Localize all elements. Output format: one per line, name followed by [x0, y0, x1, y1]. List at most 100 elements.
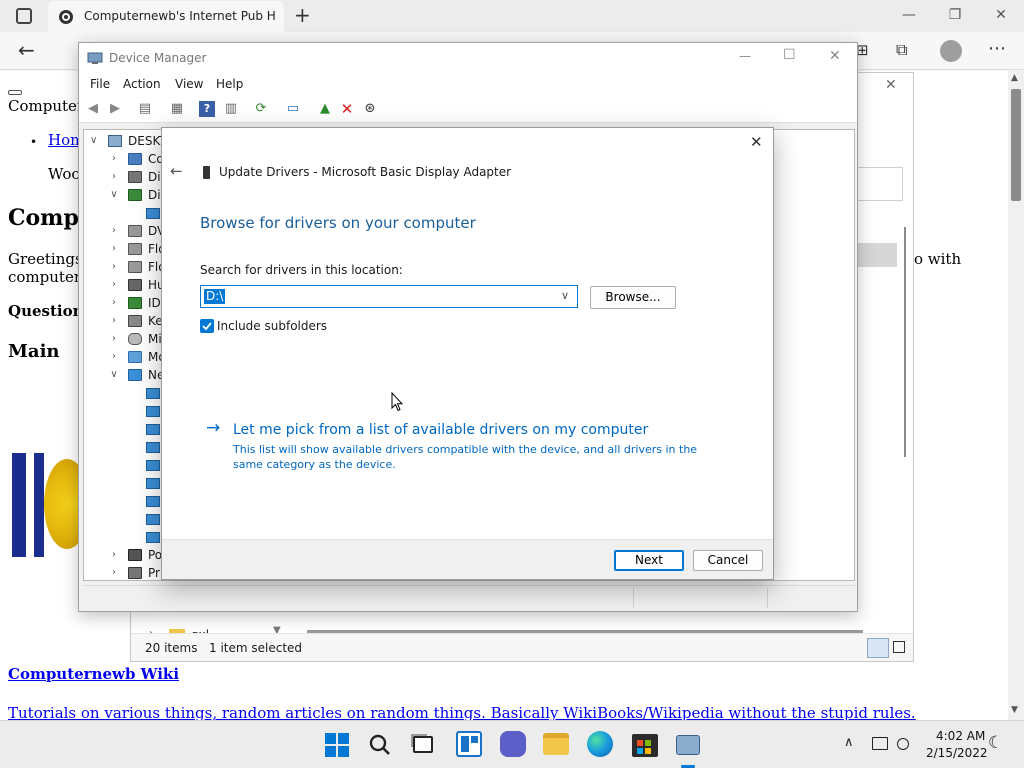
- pick-link-arrow-icon[interactable]: →: [206, 418, 220, 438]
- tiles-view-icon[interactable]: [893, 641, 905, 653]
- device-category-icon: [128, 279, 142, 291]
- browse-button[interactable]: Browse...: [590, 286, 676, 309]
- back-icon[interactable]: ◀: [85, 101, 101, 117]
- menu-file[interactable]: File: [90, 77, 110, 91]
- show-hide-tree-icon[interactable]: ▤: [137, 101, 153, 117]
- greetings-line1: Greetings.: [8, 250, 88, 268]
- explorer-scrollbar[interactable]: [901, 209, 909, 629]
- chat-icon[interactable]: [500, 731, 526, 757]
- network-adapter-icon: [128, 369, 142, 381]
- device-manager-titlebar: Device Manager — ☐ ✕: [79, 43, 857, 73]
- device-category-icon: [128, 315, 142, 327]
- dm-close-button[interactable]: ✕: [829, 48, 841, 64]
- include-subfolders-label[interactable]: Include subfolders: [217, 319, 327, 333]
- update-driver-icon[interactable]: ⟳: [253, 101, 269, 117]
- page-scrollbar[interactable]: ▲ ▼: [1008, 71, 1024, 721]
- wiki-description-link[interactable]: Tutorials on various things, random arti…: [8, 704, 916, 721]
- dialog-back-arrow-icon[interactable]: ←: [170, 162, 183, 180]
- close-button[interactable]: ✕: [978, 0, 1024, 30]
- device-category-icon: [128, 243, 142, 255]
- help-icon[interactable]: ?: [199, 101, 215, 117]
- chevron-down-icon[interactable]: ∨: [561, 289, 569, 302]
- network-device-icon: [146, 406, 160, 417]
- properties-icon[interactable]: ▦: [169, 101, 185, 117]
- scroll-up-arrow-icon: ▲: [1011, 73, 1018, 83]
- taskbar: ∧ 4:02 AM 2/15/2022 ☾: [0, 720, 1024, 768]
- network-icon[interactable]: [872, 737, 888, 750]
- scrollbar-thumb[interactable]: [1011, 89, 1021, 201]
- network-device-icon: [146, 442, 160, 453]
- display-adapter-icon: [203, 166, 210, 179]
- notifications-moon-icon[interactable]: ☾: [988, 733, 1003, 753]
- printer-icon: [128, 567, 142, 579]
- include-subfolders-checkbox[interactable]: [200, 319, 214, 333]
- file-explorer-icon[interactable]: [543, 733, 569, 755]
- view-icon[interactable]: ▥: [223, 101, 239, 117]
- port-icon: [128, 549, 142, 561]
- wiki-link[interactable]: Computernewb Wiki: [8, 665, 179, 683]
- show-hidden-icons-chevron-icon[interactable]: ∧: [844, 735, 854, 750]
- tab-title: Computernewb's Internet Pub H: [84, 9, 276, 23]
- task-view-icon[interactable]: [413, 736, 433, 753]
- explorer-selected-row: [857, 243, 897, 267]
- site-favicon-icon: [59, 10, 73, 24]
- scroll-down-arrow-icon: ▼: [1011, 705, 1018, 715]
- device-manager-toolbar: ◀ ▶ ▤ ▦ ? ▥ ⟳ ▭ ▲ ✕ ⊛: [79, 95, 857, 123]
- scan-hardware-icon[interactable]: ▭: [285, 101, 301, 117]
- new-tab-button[interactable]: +: [294, 3, 311, 27]
- network-device-icon: [146, 514, 160, 525]
- minimize-button[interactable]: —: [886, 0, 932, 30]
- details-view-icon[interactable]: [867, 638, 889, 658]
- search-icon[interactable]: [368, 733, 392, 757]
- store-icon[interactable]: [632, 734, 658, 757]
- device-manager-icon: [87, 52, 103, 64]
- items-count: 20 items: [145, 641, 198, 655]
- checkmark-icon: [202, 322, 212, 331]
- menu-help[interactable]: Help: [216, 77, 243, 91]
- more-options-icon[interactable]: ⋯: [988, 38, 1006, 59]
- device-manager-status-bar: [83, 585, 855, 609]
- chevron-down-icon: ∨: [90, 135, 98, 146]
- clock-time[interactable]: 4:02 AM: [936, 729, 985, 743]
- explorer-status-bar: 20 items 1 item selected: [131, 633, 913, 661]
- device-category-icon: [128, 333, 142, 345]
- collections-icon[interactable]: ⧉: [896, 40, 907, 60]
- next-button[interactable]: Next: [614, 550, 684, 571]
- profile-avatar[interactable]: [940, 40, 962, 62]
- enable-device-icon[interactable]: ▲: [317, 101, 333, 117]
- clock-date[interactable]: 2/15/2022: [926, 746, 988, 760]
- volume-icon[interactable]: [897, 738, 909, 750]
- network-device-icon: [146, 424, 160, 435]
- restore-button[interactable]: ❐: [932, 0, 978, 30]
- dm-minimize-button[interactable]: —: [739, 49, 751, 63]
- chevron-right-icon: ›: [112, 351, 116, 362]
- path-combobox[interactable]: D:\ ∨: [200, 285, 578, 308]
- disable-device-icon[interactable]: ⊛: [362, 101, 378, 117]
- tab-actions-icon[interactable]: [16, 8, 32, 24]
- device-manager-taskbar-icon[interactable]: [676, 735, 700, 755]
- forward-icon[interactable]: ▶: [107, 101, 123, 117]
- computer-icon: [108, 135, 122, 147]
- network-device-icon: [146, 532, 160, 543]
- nav-bullet: •: [30, 135, 38, 149]
- widgets-icon[interactable]: [456, 731, 482, 757]
- pick-from-list-link[interactable]: Let me pick from a list of available dri…: [233, 422, 648, 438]
- explorer-close-icon[interactable]: ✕: [885, 77, 897, 93]
- dm-maximize-button[interactable]: ☐: [783, 47, 796, 63]
- menu-view[interactable]: View: [175, 77, 203, 91]
- edge-browser-icon[interactable]: [587, 731, 613, 757]
- back-arrow-icon[interactable]: ←: [18, 38, 35, 62]
- dialog-close-icon[interactable]: ✕: [750, 133, 763, 151]
- chevron-right-icon: ›: [112, 567, 116, 578]
- site-logo-image: [10, 449, 80, 569]
- status-divider: [633, 588, 634, 608]
- uninstall-device-icon[interactable]: ✕: [339, 101, 355, 117]
- browser-tab[interactable]: Computernewb's Internet Pub H: [48, 1, 284, 32]
- start-button[interactable]: [325, 733, 349, 757]
- cancel-button[interactable]: Cancel: [693, 550, 763, 571]
- path-input[interactable]: D:\: [204, 289, 226, 304]
- menu-action[interactable]: Action: [123, 77, 161, 91]
- browser-tab-bar: Computernewb's Internet Pub H + — ❐ ✕: [0, 0, 1024, 32]
- network-device-icon: [146, 460, 160, 471]
- menu-toggle-icon[interactable]: [8, 90, 22, 95]
